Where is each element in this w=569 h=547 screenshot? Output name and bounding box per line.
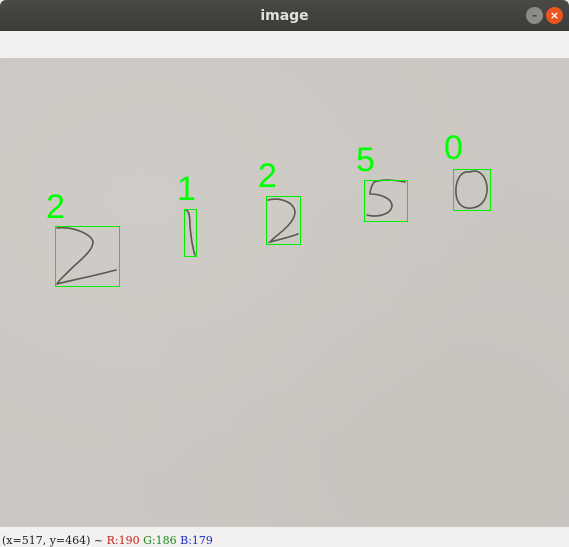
status-bar: (x=517, y=464) ~ R:190 G:186 B:179: [0, 527, 569, 547]
minimize-icon: –: [531, 9, 538, 22]
detection-overlay: 2 1 2 5 0: [46, 129, 491, 287]
ink-digit-1: [185, 209, 196, 256]
toolbar: [0, 31, 569, 59]
detection-label-4: 5: [356, 141, 375, 179]
window-titlebar[interactable]: image – ×: [0, 0, 569, 31]
pixel-green-value: G:186: [143, 534, 177, 547]
ink-digit-0: [455, 170, 488, 209]
bbox-digit-2-second: [266, 196, 301, 245]
ink-digit-2-first: [56, 226, 117, 285]
pixel-red-value: R:190: [106, 534, 140, 547]
detection-label-1: 2: [46, 188, 65, 226]
detection-label-5: 0: [444, 129, 463, 167]
pixel-blue-value: B:179: [180, 534, 213, 547]
detection-labels: 2 1 2 5 0: [46, 129, 463, 226]
detection-label-3: 2: [258, 157, 277, 195]
close-button[interactable]: ×: [546, 7, 563, 24]
minimize-button[interactable]: –: [526, 7, 543, 24]
ink-digit-5: [366, 179, 406, 217]
cursor-coordinates: (x=517, y=464) ~: [2, 534, 104, 547]
detection-label-2: 1: [177, 170, 196, 208]
image-canvas[interactable]: 2 1 2 5 0: [0, 58, 569, 527]
ink-digit-2-second: [267, 198, 299, 244]
close-icon: ×: [549, 9, 560, 22]
window-title: image: [260, 7, 309, 24]
